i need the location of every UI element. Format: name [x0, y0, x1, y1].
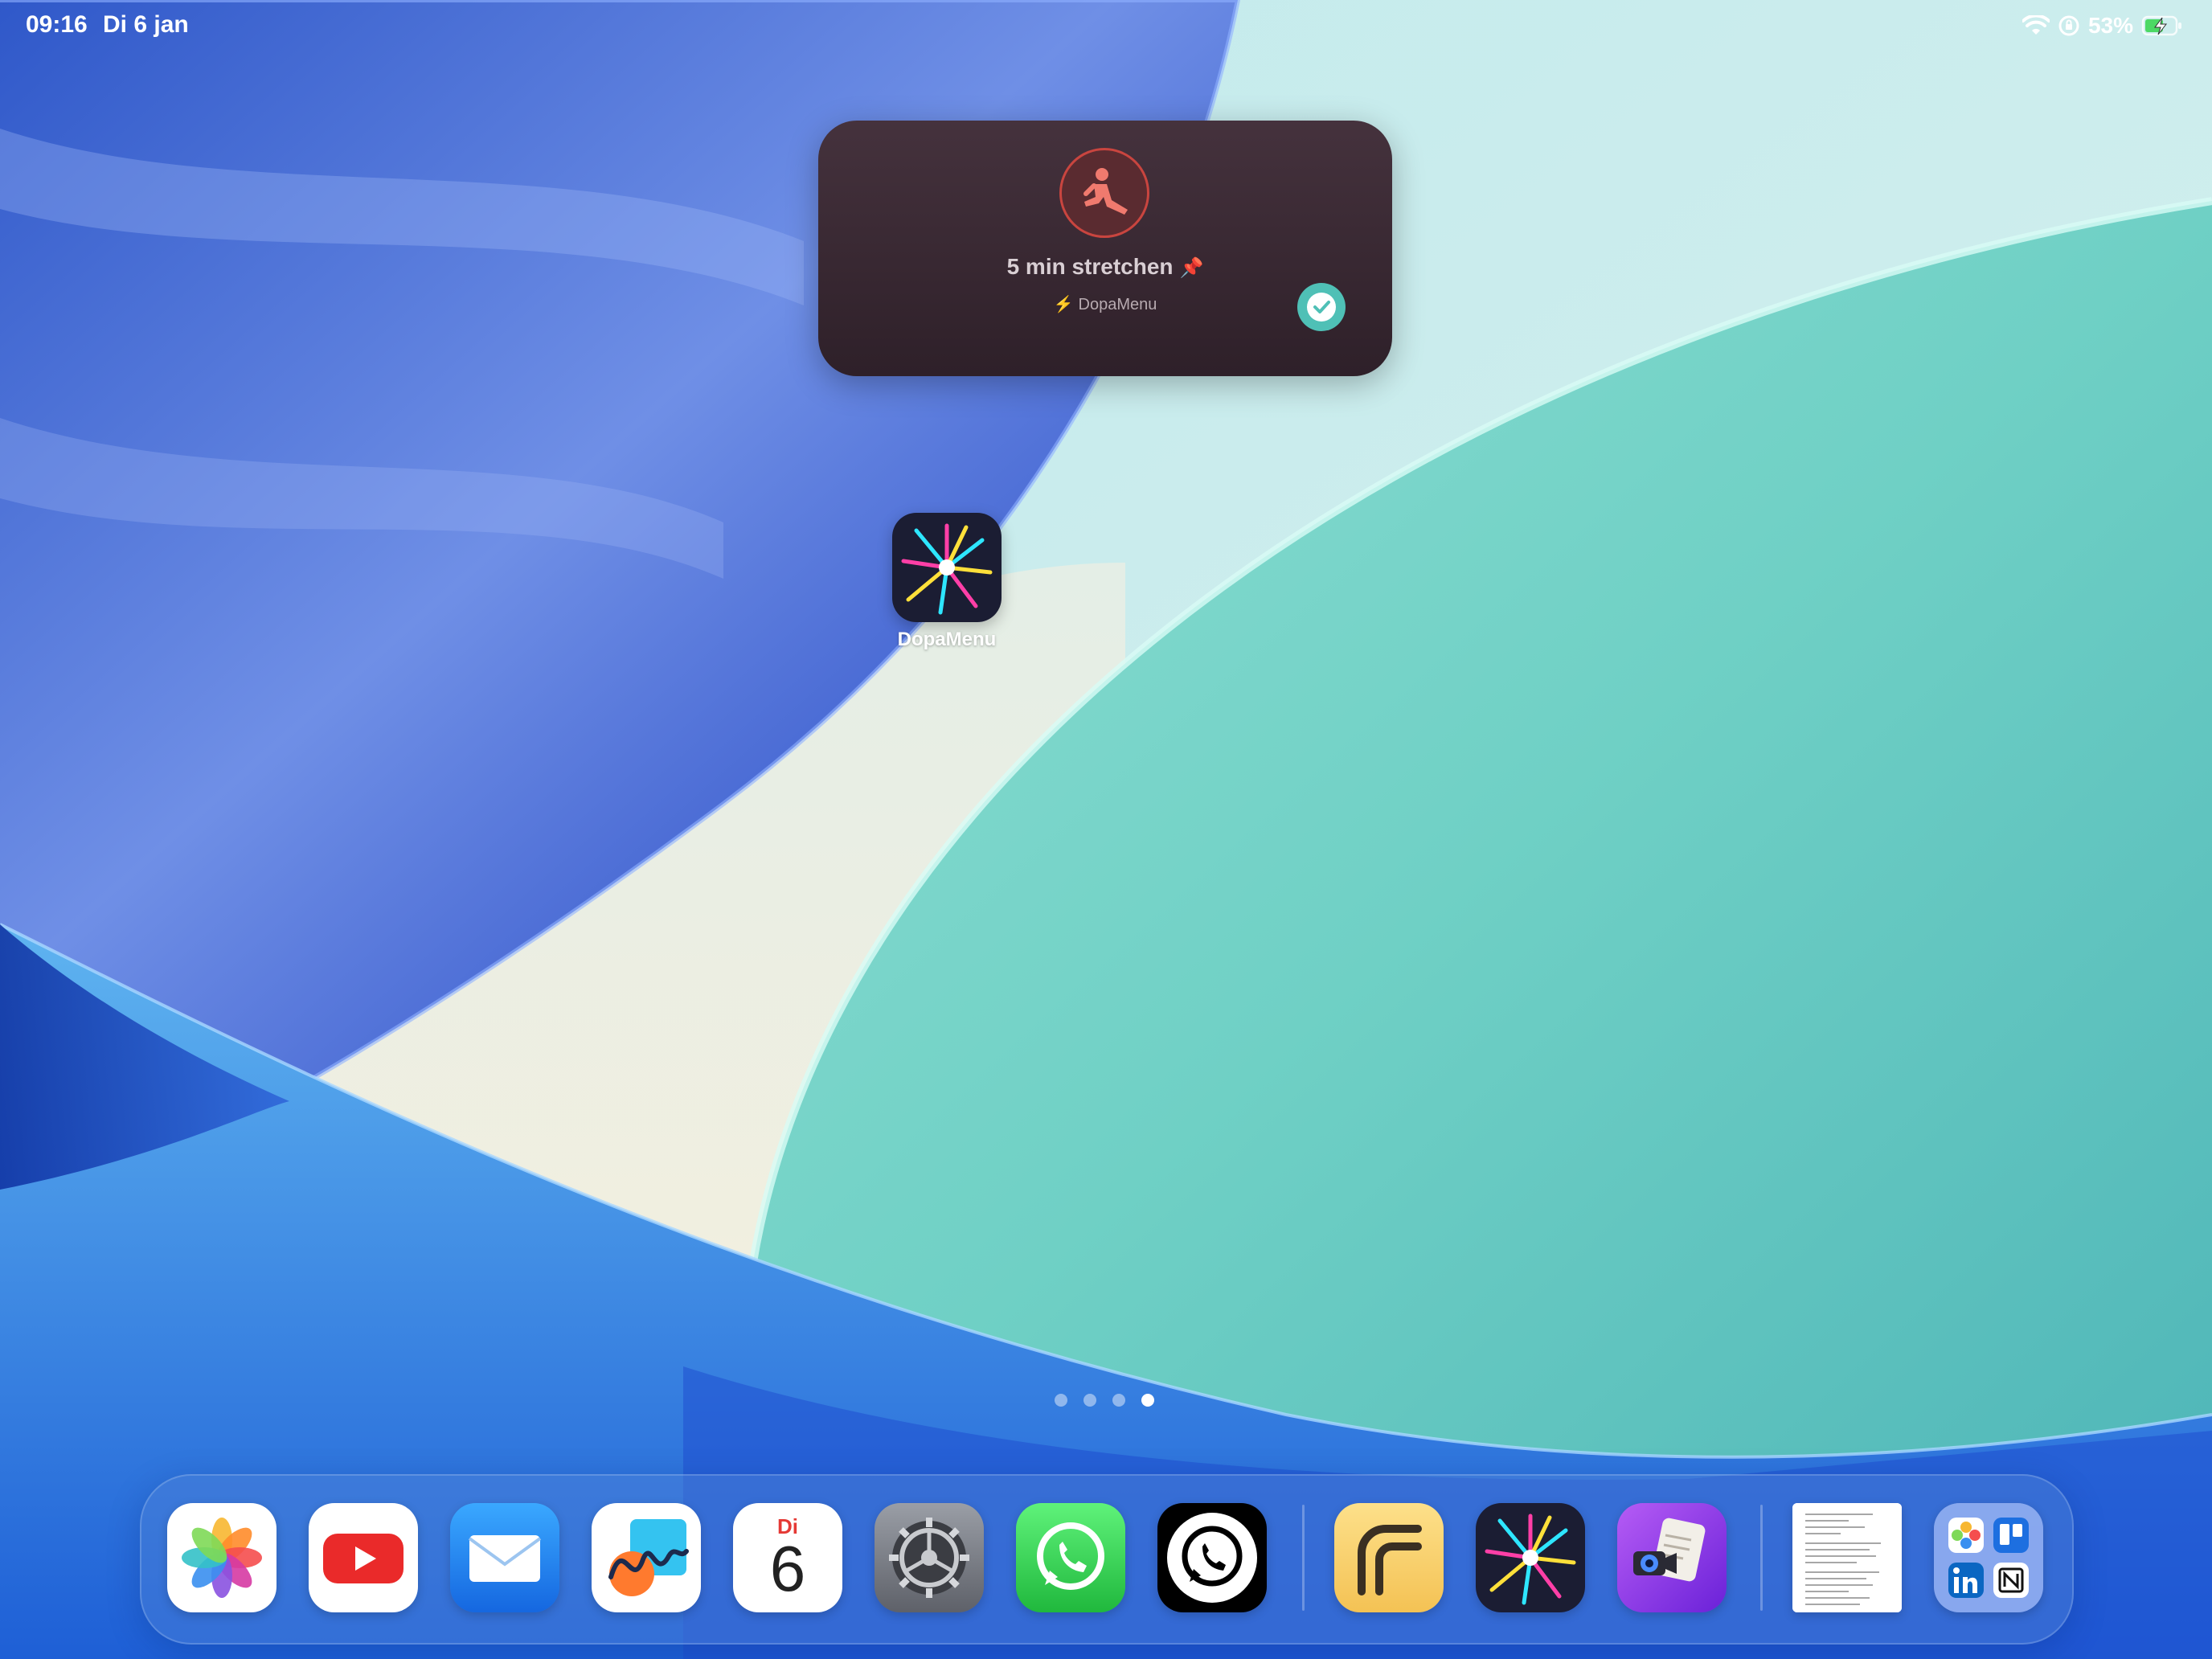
status-indicators: 53% [2022, 11, 2183, 40]
page-dot-1[interactable] [1055, 1394, 1067, 1407]
dopamenu-app[interactable] [892, 513, 1002, 622]
widget-title: 5 min stretchen 📌 [818, 254, 1392, 280]
complete-button[interactable] [1297, 283, 1346, 331]
dock-settings[interactable] [875, 1503, 984, 1612]
folder-photos-icon [1948, 1518, 1984, 1553]
dock-whatsapp[interactable] [1157, 1503, 1267, 1612]
stretching-person-icon [1083, 168, 1128, 215]
dock-separator [1302, 1505, 1305, 1611]
dopamenu-icon [892, 513, 1002, 622]
dock-document[interactable] [1792, 1503, 1902, 1612]
dopamenu-widget[interactable]: 5 min stretchen 📌 ⚡ DopaMenu [818, 121, 1392, 376]
battery-percent: 53% [2087, 13, 2133, 38]
dock-photos[interactable] [167, 1503, 276, 1612]
settings-icon [875, 1503, 984, 1612]
dock-script-camera[interactable] [1617, 1503, 1727, 1612]
wifi-icon [2022, 15, 2050, 35]
dock-calendar[interactable]: Di 6 [733, 1503, 842, 1612]
widget-activity-badge [1059, 148, 1149, 238]
dock-freeform[interactable] [592, 1503, 701, 1612]
photos-icon [167, 1503, 276, 1612]
status-time: 09:16 [26, 11, 88, 38]
trello-icon [1993, 1518, 2029, 1553]
freeform-icon [592, 1503, 701, 1612]
dock-dopamenu[interactable] [1476, 1503, 1585, 1612]
widget-source-label: DopaMenu [1078, 296, 1157, 313]
page-dot-2[interactable] [1083, 1394, 1096, 1407]
dopamenu-icon [1476, 1503, 1585, 1612]
bolt-icon: ⚡ [1053, 296, 1074, 313]
reeder-icon [1334, 1503, 1444, 1612]
dock-youtube[interactable] [309, 1503, 418, 1612]
calendar-date: 6 [769, 1533, 806, 1604]
status-date: Di 6 jan [103, 11, 189, 38]
mail-icon [450, 1503, 559, 1612]
document-thumbnail-icon [1792, 1503, 1902, 1612]
page-dot-3[interactable] [1112, 1394, 1125, 1407]
page-indicator[interactable] [1055, 1394, 1154, 1407]
checkmark-icon [1307, 293, 1336, 322]
linkedin-icon [1948, 1563, 1984, 1598]
notion-icon [1993, 1563, 2029, 1598]
dock-whatsapp-business[interactable] [1016, 1503, 1125, 1612]
youtube-icon [309, 1503, 418, 1612]
dock-separator-2 [1760, 1505, 1763, 1611]
dock-mail[interactable] [450, 1503, 559, 1612]
dopamenu-app-label: DopaMenu [897, 629, 997, 650]
whatsapp-business-icon [1016, 1503, 1125, 1612]
status-bar: 09:16 Di 6 jan 53% [0, 0, 2212, 51]
battery-charging-icon [2141, 15, 2181, 36]
script-camera-icon [1617, 1503, 1727, 1612]
app-folder-icon [1934, 1503, 2043, 1612]
pin-icon: 📌 [1179, 257, 1204, 279]
widget-title-text: 5 min stretchen [1006, 254, 1174, 279]
page-dot-4[interactable] [1141, 1394, 1154, 1407]
dock-reeder[interactable] [1334, 1503, 1444, 1612]
orientation-lock-icon [2058, 15, 2079, 36]
dock-app-folder[interactable] [1934, 1503, 2043, 1612]
whatsapp-icon [1157, 1503, 1267, 1612]
